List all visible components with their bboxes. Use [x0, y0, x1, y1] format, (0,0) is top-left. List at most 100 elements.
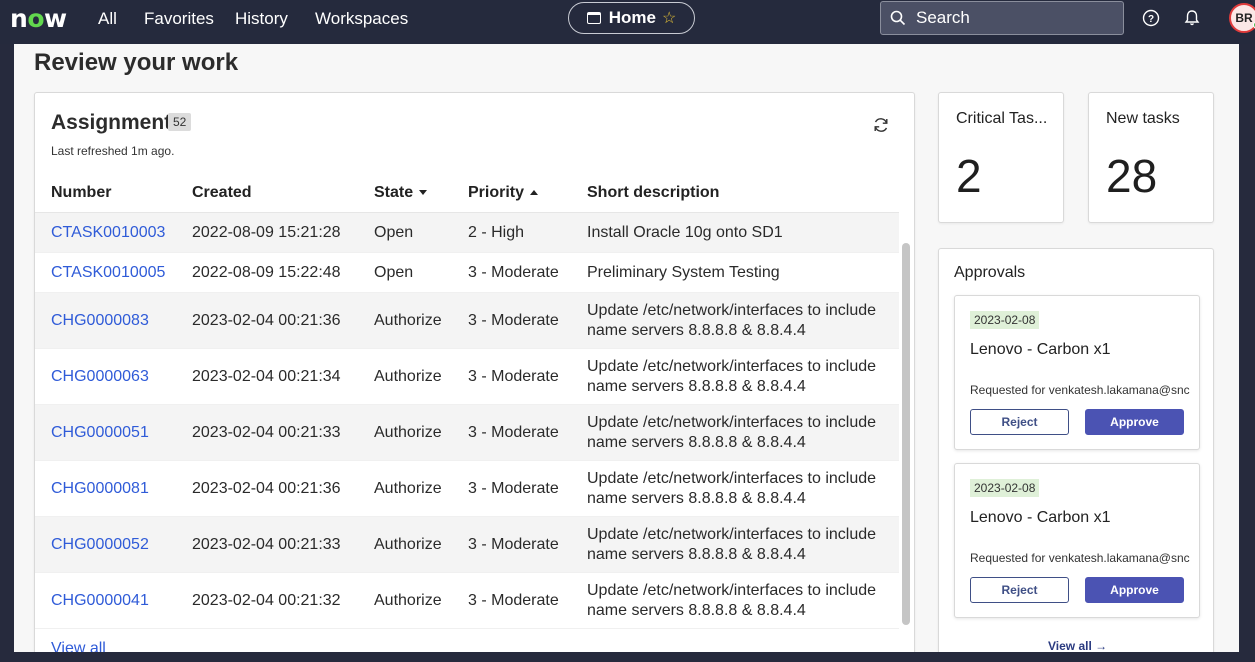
state-header-label: State: [374, 183, 414, 201]
priority-cell: 3 - Moderate: [468, 591, 559, 609]
search-input[interactable]: [916, 8, 1106, 28]
short-description-cell: Update /etc/network/interfaces to includ…: [587, 469, 877, 507]
record-number-link[interactable]: CTASK0010003: [51, 224, 165, 241]
avatar-initials: BR: [1235, 11, 1253, 25]
reject-button[interactable]: Reject: [970, 409, 1069, 435]
table-row[interactable]: CTASK0010003 2022-08-09 15:21:28 Open 2 …: [35, 213, 899, 253]
short-description-cell: Install Oracle 10g onto SD1: [587, 223, 783, 241]
favorite-star-icon[interactable]: ☆: [662, 8, 676, 28]
servicenow-logo[interactable]: now: [10, 6, 67, 31]
short-description-cell: Update /etc/network/interfaces to includ…: [587, 301, 877, 339]
table-row[interactable]: CHG0000052 2023-02-04 00:21:33 Authorize…: [35, 517, 899, 573]
svg-text:?: ?: [1148, 14, 1154, 25]
record-number-link[interactable]: CTASK0010005: [51, 264, 165, 281]
table-row[interactable]: CHG0000063 2023-02-04 00:21:34 Authorize…: [35, 349, 899, 405]
stat-label: Critical Tas...: [956, 110, 1048, 127]
stat-value: 2: [956, 150, 982, 202]
record-number-link[interactable]: CHG0000052: [51, 536, 149, 553]
approvals-title: Approvals: [954, 264, 1026, 281]
column-header-number[interactable]: Number: [35, 184, 192, 202]
critical-tasks-card[interactable]: Critical Tas... 2: [938, 92, 1064, 223]
sort-descending-icon: [419, 190, 428, 195]
priority-cell: 3 - Moderate: [468, 479, 559, 497]
assignments-view-all-link[interactable]: View all: [51, 640, 106, 652]
browser-window-icon: [586, 12, 601, 24]
new-tasks-card[interactable]: New tasks 28: [1088, 92, 1214, 223]
table-row[interactable]: CTASK0010005 2022-08-09 15:22:48 Open 3 …: [35, 253, 899, 293]
top-navigation-bar: now All Favorites History Workspaces Hom…: [0, 0, 1255, 44]
record-number-link[interactable]: CHG0000083: [51, 312, 149, 329]
nav-workspaces[interactable]: Workspaces: [315, 9, 408, 29]
priority-cell: 3 - Moderate: [468, 367, 559, 385]
state-cell: Authorize: [374, 367, 442, 385]
nav-all[interactable]: All: [98, 9, 117, 29]
notifications-bell-icon[interactable]: [1183, 9, 1201, 27]
record-number-link[interactable]: CHG0000051: [51, 424, 149, 441]
user-avatar[interactable]: BR: [1229, 3, 1255, 33]
sort-ascending-icon: [530, 190, 539, 195]
approval-date-badge: 2023-02-08: [970, 311, 1040, 329]
created-cell: 2023-02-04 00:21:36: [192, 311, 341, 329]
global-search[interactable]: [880, 1, 1124, 35]
priority-cell: 3 - Moderate: [468, 263, 559, 281]
priority-cell: 3 - Moderate: [468, 311, 559, 329]
table-row[interactable]: CHG0000081 2023-02-04 00:21:36 Authorize…: [35, 461, 899, 517]
record-number-link[interactable]: CHG0000081: [51, 480, 149, 497]
table-header: Number Created State Priority Short desc…: [35, 173, 899, 213]
approval-item[interactable]: 2023-02-08 Lenovo - Carbon x1 Requested …: [954, 295, 1200, 450]
assignments-card: Assignments 52 Last refreshed 1m ago. Nu…: [34, 92, 915, 652]
home-tab-button[interactable]: Home ☆: [568, 2, 695, 34]
column-header-priority[interactable]: Priority: [468, 184, 587, 202]
record-number-link[interactable]: CHG0000041: [51, 592, 149, 609]
approve-button[interactable]: Approve: [1085, 577, 1184, 603]
stat-value: 28: [1106, 150, 1158, 202]
scrollbar-thumb[interactable]: [902, 243, 910, 625]
nav-history[interactable]: History: [235, 9, 288, 29]
requested-for-text: Requested for venkatesh.lakamana@snc: [970, 383, 1190, 397]
table-row[interactable]: CHG0000041 2023-02-04 00:21:32 Authorize…: [35, 573, 899, 629]
search-icon: [890, 10, 906, 26]
short-description-cell: Update /etc/network/interfaces to includ…: [587, 581, 877, 619]
short-description-cell: Update /etc/network/interfaces to includ…: [587, 357, 877, 395]
approval-item[interactable]: 2023-02-08 Lenovo - Carbon x1 Requested …: [954, 463, 1200, 618]
nav-favorites[interactable]: Favorites: [144, 9, 214, 29]
column-header-created[interactable]: Created: [192, 184, 374, 202]
short-description-cell: Update /etc/network/interfaces to includ…: [587, 525, 877, 563]
reject-button[interactable]: Reject: [970, 577, 1069, 603]
approvals-view-all-link[interactable]: View all →: [1048, 639, 1107, 652]
priority-cell: 3 - Moderate: [468, 535, 559, 553]
assignments-title: Assignments: [51, 111, 183, 134]
approve-button[interactable]: Approve: [1085, 409, 1184, 435]
created-cell: 2023-02-04 00:21:34: [192, 367, 341, 385]
state-cell: Open: [374, 223, 414, 241]
priority-cell: 3 - Moderate: [468, 423, 559, 441]
state-cell: Authorize: [374, 535, 442, 553]
column-header-state[interactable]: State: [374, 184, 468, 202]
created-cell: 2023-02-04 00:21:33: [192, 423, 341, 441]
table-row[interactable]: CHG0000051 2023-02-04 00:21:33 Authorize…: [35, 405, 899, 461]
state-cell: Authorize: [374, 311, 442, 329]
state-cell: Authorize: [374, 591, 442, 609]
workspace-page: Review your work Assignments 52 Last ref…: [14, 44, 1239, 652]
created-cell: 2022-08-09 15:21:28: [192, 223, 341, 241]
record-number-link[interactable]: CHG0000063: [51, 368, 149, 385]
approval-item-name: Lenovo - Carbon x1: [970, 341, 1111, 358]
column-header-short-description[interactable]: Short description: [587, 183, 897, 203]
last-refreshed-text: Last refreshed 1m ago.: [51, 144, 175, 158]
assignments-table: Number Created State Priority Short desc…: [35, 173, 899, 629]
approval-date-badge: 2023-02-08: [970, 479, 1040, 497]
short-description-cell: Update /etc/network/interfaces to includ…: [587, 413, 877, 451]
refresh-icon[interactable]: [872, 116, 890, 134]
page-title: Review your work: [34, 49, 239, 76]
stat-label: New tasks: [1106, 110, 1180, 127]
table-scrollbar[interactable]: [901, 173, 911, 628]
help-icon[interactable]: ?: [1142, 9, 1160, 27]
priority-header-label: Priority: [468, 183, 525, 201]
state-cell: Authorize: [374, 479, 442, 497]
table-row[interactable]: CHG0000083 2023-02-04 00:21:36 Authorize…: [35, 293, 899, 349]
priority-cell: 2 - High: [468, 223, 525, 241]
created-cell: 2023-02-04 00:21:32: [192, 591, 341, 609]
created-cell: 2022-08-09 15:22:48: [192, 263, 341, 281]
state-cell: Open: [374, 263, 414, 281]
assignments-count-badge: 52: [168, 113, 192, 131]
